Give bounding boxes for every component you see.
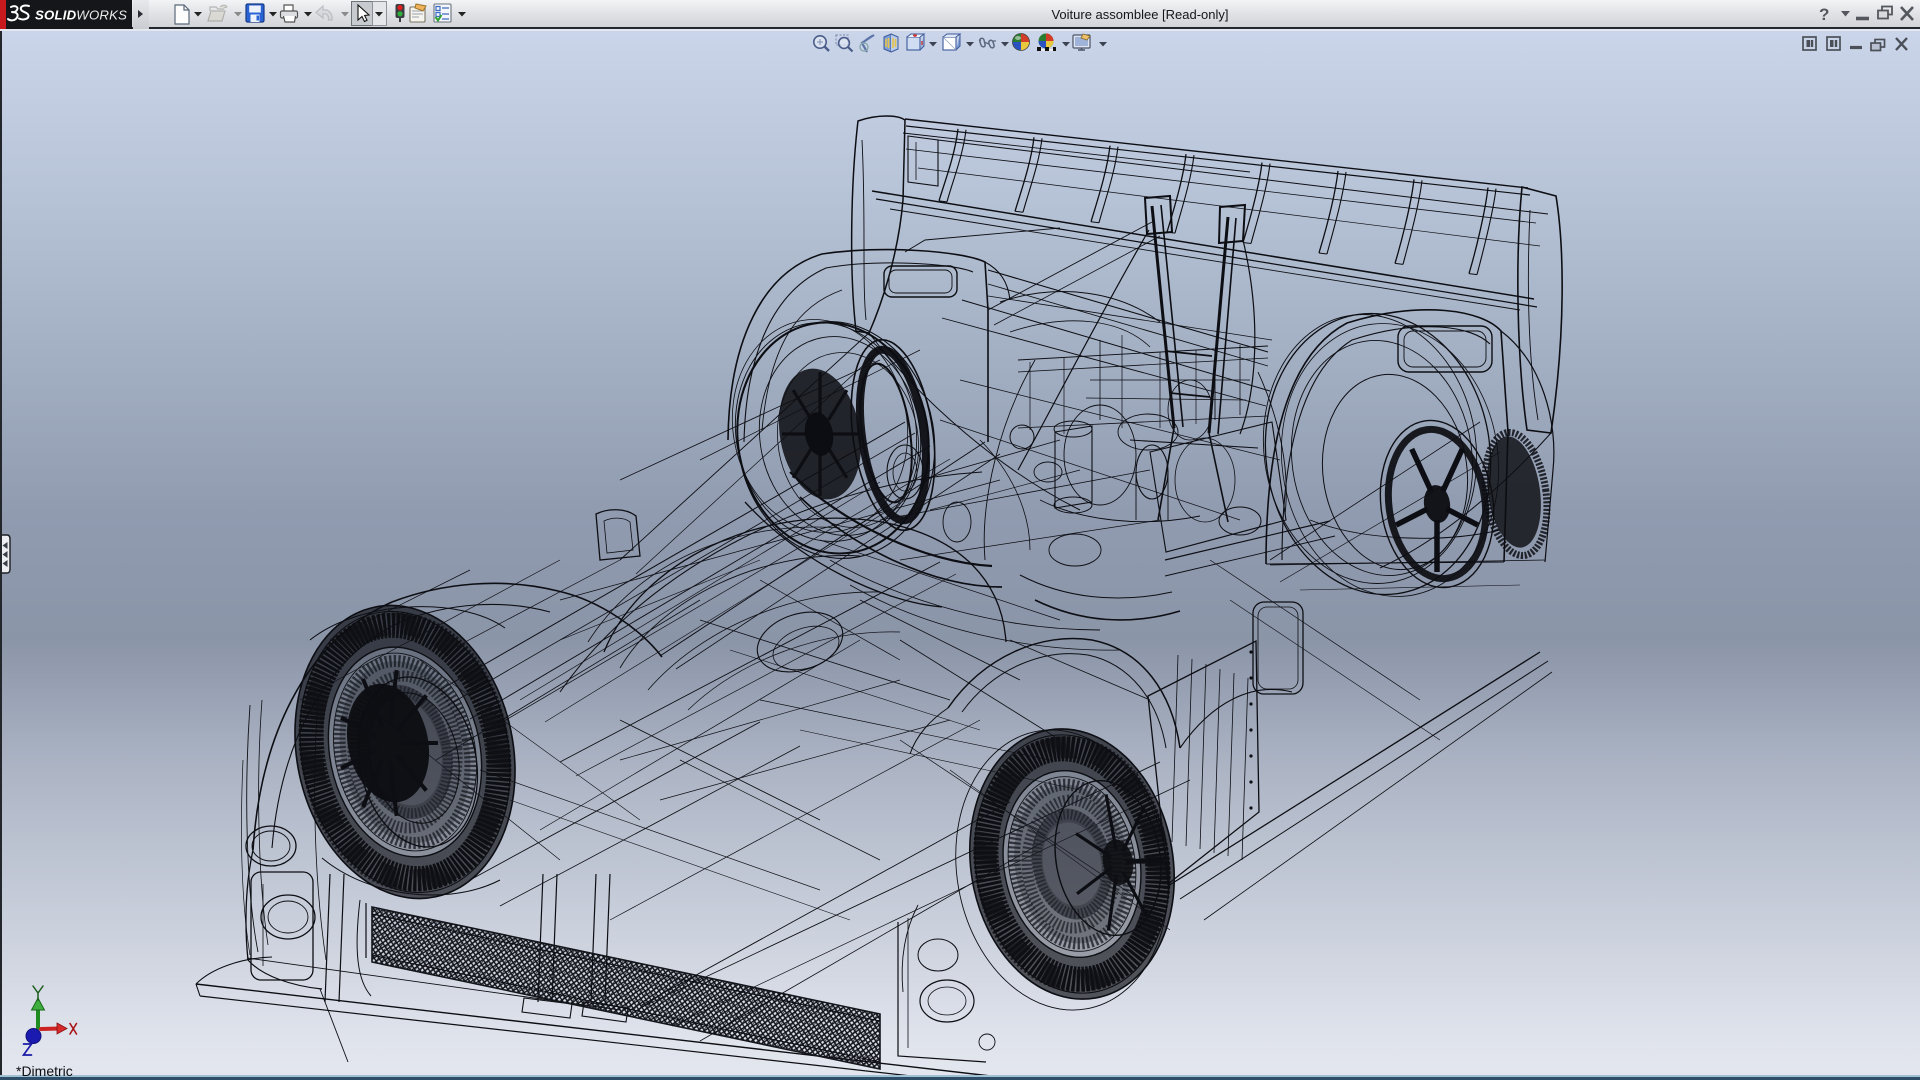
svg-text:SOLIDWORKS: SOLIDWORKS [35, 8, 127, 23]
svg-text:?: ? [1819, 5, 1829, 24]
